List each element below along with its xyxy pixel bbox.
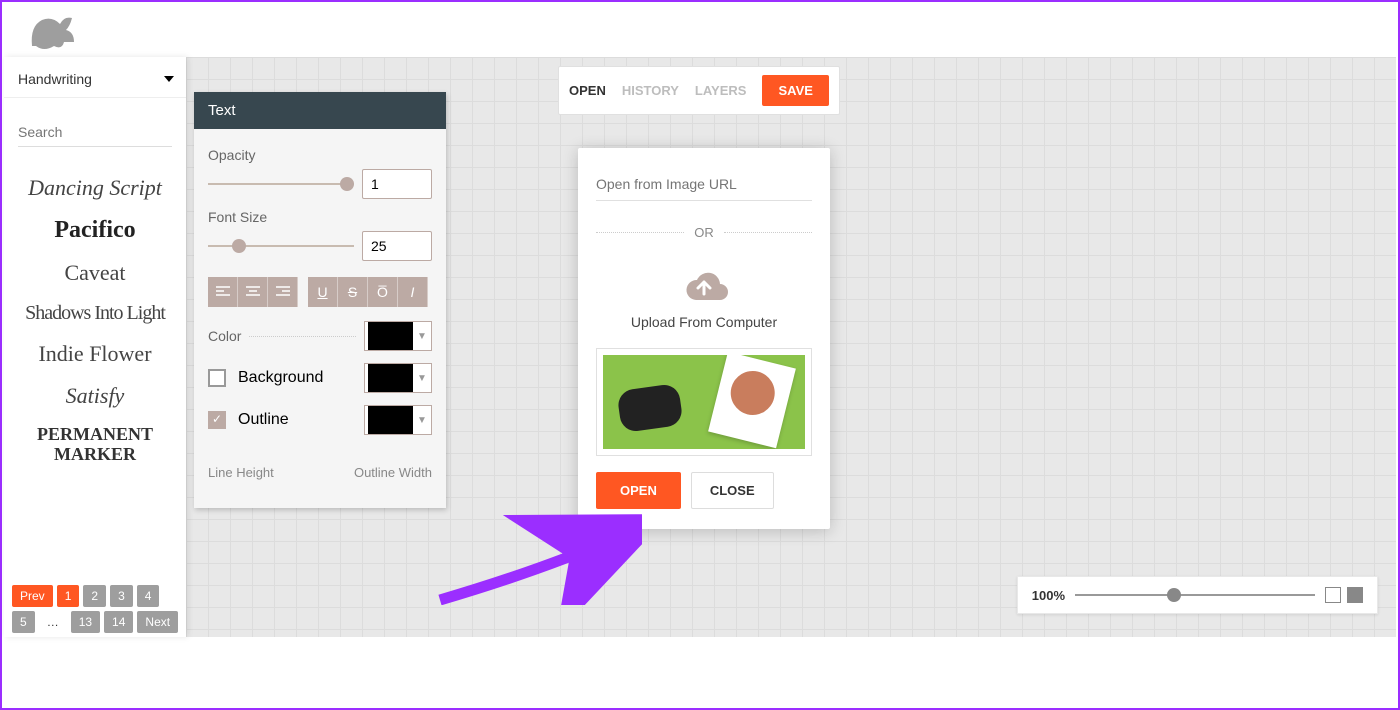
text-color-picker[interactable]: ▼	[364, 321, 432, 351]
modal-open-button[interactable]: OPEN	[596, 472, 681, 509]
line-height-label: Line Height	[208, 465, 274, 480]
font-item[interactable]: Satisfy	[8, 375, 182, 417]
page-button[interactable]: 2	[83, 585, 106, 607]
fit-screen-icon[interactable]	[1325, 587, 1341, 603]
font-size-value[interactable]	[362, 231, 432, 261]
opacity-value[interactable]	[362, 169, 432, 199]
pagination: Prev 1 2 3 4 5 … 13 14 Next	[12, 585, 182, 633]
zoom-panel: 100%	[1017, 576, 1378, 614]
font-item[interactable]: Permanent Marker	[8, 417, 182, 473]
outline-color-picker[interactable]: ▼	[364, 405, 432, 435]
search-input[interactable]	[18, 118, 172, 147]
align-left-button[interactable]	[208, 277, 238, 307]
opacity-slider[interactable]	[208, 177, 354, 191]
text-panel: Text Opacity Font Size	[194, 92, 446, 508]
tab-layers[interactable]: LAYERS	[695, 83, 747, 98]
font-item[interactable]: Caveat	[8, 252, 182, 294]
tab-open[interactable]: OPEN	[569, 83, 606, 98]
align-right-icon	[276, 286, 290, 298]
background-label: Background	[238, 369, 323, 387]
url-input[interactable]	[596, 168, 812, 201]
font-sidebar: Handwriting Dancing Script Pacifico Cave…	[4, 57, 186, 637]
zoom-label: 100%	[1032, 588, 1065, 603]
font-size-slider[interactable]	[208, 239, 354, 253]
outline-checkbox[interactable]	[208, 411, 226, 429]
overline-button[interactable]: O̅	[368, 277, 398, 307]
background-checkbox[interactable]	[208, 369, 226, 387]
underline-button[interactable]: U	[308, 277, 338, 307]
font-category-label: Handwriting	[18, 71, 92, 87]
page-button[interactable]: 13	[71, 611, 100, 633]
outline-label: Outline	[238, 411, 289, 429]
prev-button[interactable]: Prev	[12, 585, 53, 607]
align-right-button[interactable]	[268, 277, 298, 307]
align-center-icon	[246, 286, 260, 298]
upload-from-computer[interactable]: Upload From Computer	[596, 264, 812, 330]
sample-image-thumb[interactable]	[596, 348, 812, 456]
strike-button[interactable]: S	[338, 277, 368, 307]
font-list: Dancing Script Pacifico Caveat Shadows I…	[4, 157, 186, 483]
italic-button[interactable]: I	[398, 277, 428, 307]
or-text: OR	[694, 225, 714, 240]
page-button[interactable]: 3	[110, 585, 133, 607]
app-logo	[24, 6, 84, 54]
font-size-label: Font Size	[208, 209, 432, 225]
modal-close-button[interactable]: CLOSE	[691, 472, 774, 509]
opacity-label: Opacity	[208, 147, 432, 163]
outline-width-label: Outline Width	[354, 465, 432, 480]
background-color-picker[interactable]: ▼	[364, 363, 432, 393]
page-ellipsis: …	[39, 611, 67, 633]
font-item[interactable]: Shadows Into Light	[8, 294, 182, 333]
font-item[interactable]: Indie Flower	[8, 333, 182, 375]
color-label: Color	[208, 328, 241, 344]
tab-history[interactable]: HISTORY	[622, 83, 679, 98]
font-category-select[interactable]: Handwriting	[4, 57, 186, 98]
align-left-icon	[216, 286, 230, 298]
fullscreen-icon[interactable]	[1347, 587, 1363, 603]
page-button[interactable]: 4	[137, 585, 160, 607]
page-button[interactable]: 1	[57, 585, 80, 607]
font-item[interactable]: Pacifico	[8, 209, 182, 252]
zoom-slider[interactable]	[1075, 588, 1315, 602]
page-button[interactable]: 14	[104, 611, 133, 633]
align-center-button[interactable]	[238, 277, 268, 307]
upload-text: Upload From Computer	[596, 314, 812, 330]
top-tabs: OPEN HISTORY LAYERS SAVE	[558, 66, 840, 115]
save-button[interactable]: SAVE	[762, 75, 828, 106]
cloud-upload-icon	[676, 264, 732, 304]
page-button[interactable]: 5	[12, 611, 35, 633]
next-button[interactable]: Next	[137, 611, 178, 633]
open-modal: OR Upload From Computer OPEN CLOSE	[578, 148, 830, 529]
font-item[interactable]: Dancing Script	[8, 167, 182, 209]
chevron-down-icon	[164, 76, 174, 82]
text-panel-title: Text	[194, 92, 446, 129]
